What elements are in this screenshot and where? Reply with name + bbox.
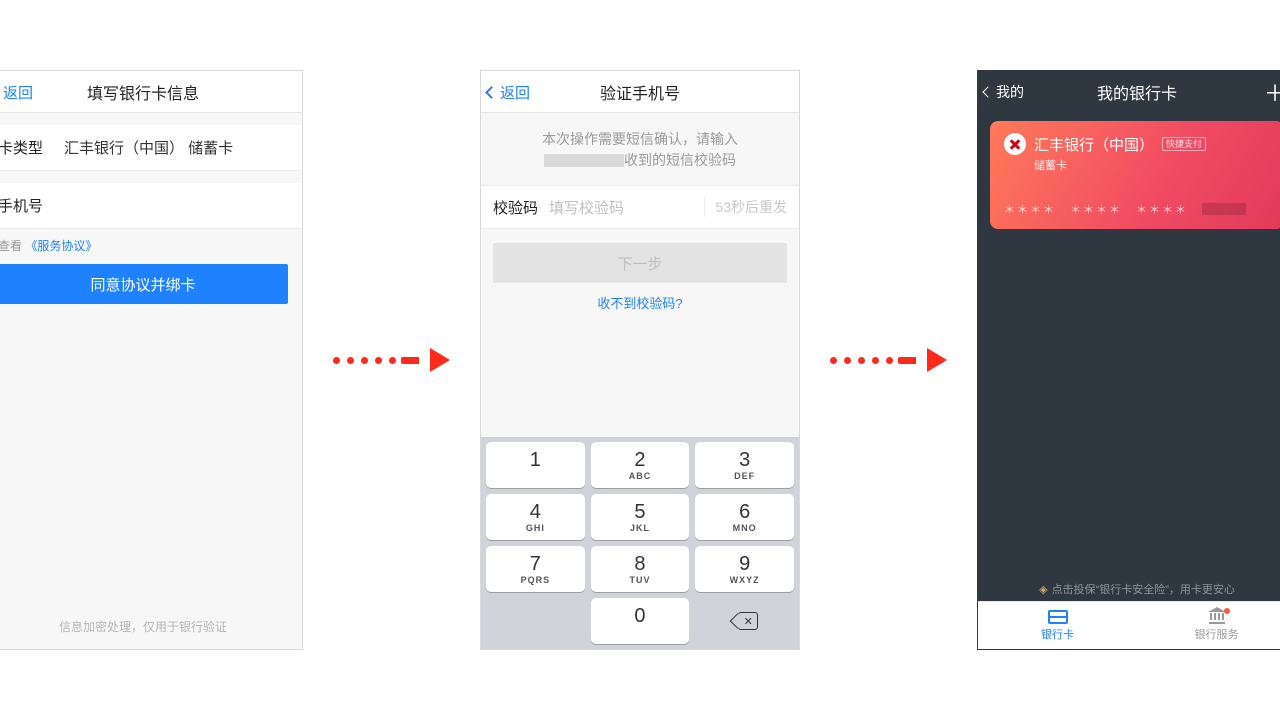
next-button[interactable]: 下一步 (493, 243, 787, 283)
resend-countdown: 53秒后重发 (704, 197, 787, 217)
bank-icon (1207, 610, 1227, 624)
tab-bank-cards[interactable]: 银行卡 (978, 602, 1137, 649)
help-link[interactable]: 收不到校验码? (481, 293, 799, 312)
key-number: 4 (530, 502, 541, 522)
screen-my-cards: 我的 我的银行卡 ＋ 汇丰银行（中国） 快捷支付 储蓄卡 ＊＊＊＊ (977, 70, 1280, 650)
keypad-key-8[interactable]: 8TUV (591, 546, 690, 592)
tab-bank-services[interactable]: 银行服务 (1137, 602, 1280, 649)
flow-arrow (333, 348, 450, 372)
notification-dot-icon (1224, 608, 1230, 614)
navbar: 返回 验证手机号 (481, 71, 799, 113)
card-type-row[interactable]: 卡类型 汇丰银行（中国） 储蓄卡 (0, 125, 302, 171)
key-number: 7 (530, 554, 541, 574)
key-number: 8 (634, 554, 645, 574)
screen-verify-phone: 返回 验证手机号 本次操作需要短信确认，请输入 收到的短信校验码 校验码 填写校… (480, 70, 800, 650)
bank-card[interactable]: 汇丰银行（中国） 快捷支付 储蓄卡 ＊＊＊＊ ＊＊＊＊ ＊＊＊＊ (990, 121, 1280, 229)
chevron-left-icon (0, 86, 1, 99)
phone-label: 手机号 (0, 195, 64, 216)
agreement-hint: 查看 《服务协议》 (0, 229, 302, 258)
card-type-value: 汇丰银行（中国） 储蓄卡 (64, 137, 288, 158)
key-letters: GHI (526, 523, 545, 533)
card-number-masked: ＊＊＊＊ ＊＊＊＊ ＊＊＊＊ (1004, 201, 1270, 217)
shield-icon: ◈ (1039, 584, 1047, 596)
encryption-hint: 信息加密处理，仅用于银行验证 (0, 618, 302, 635)
back-button[interactable]: 我的 (984, 71, 1024, 113)
numeric-keypad: 1 2ABC3DEF4GHI5JKL6MNO7PQRS8TUV9WXYZ0 ✕ (481, 437, 799, 649)
back-label: 返回 (500, 82, 530, 103)
back-label: 返回 (3, 82, 33, 103)
key-number: 5 (634, 502, 645, 522)
agree-bind-button[interactable]: 同意协议并绑卡 (0, 264, 288, 304)
insurance-hint[interactable]: ◈点击投保“银行卡安全险”，用卡更安心 (978, 581, 1280, 597)
navbar: 我的 我的银行卡 ＋ (978, 71, 1280, 113)
phone-row[interactable]: 手机号 (0, 183, 302, 229)
keypad-key-4[interactable]: 4GHI (486, 494, 585, 540)
key-letters: DEF (734, 471, 755, 481)
card-icon (1048, 610, 1068, 624)
redacted-last4 (1202, 203, 1246, 215)
bank-name: 汇丰银行（中国） (1034, 134, 1154, 155)
chevron-left-icon (982, 86, 993, 97)
page-title: 填写银行卡信息 (0, 80, 302, 104)
keypad-backspace[interactable]: ✕ (695, 598, 794, 644)
flow-arrow (830, 348, 947, 372)
tab-bar: 银行卡 银行服务 (978, 601, 1280, 649)
backspace-icon: ✕ (732, 612, 758, 630)
plus-icon: ＋ (1264, 76, 1280, 108)
card-type: 储蓄卡 (1034, 157, 1270, 173)
key-number: 1 (530, 450, 541, 470)
agreement-prefix: 查看 (0, 239, 22, 253)
key-number: 0 (634, 606, 645, 626)
keypad-blank (486, 598, 585, 644)
key-number: 6 (739, 502, 750, 522)
back-button[interactable]: 返回 (487, 71, 530, 113)
code-row: 校验码 填写校验码 53秒后重发 (481, 185, 799, 229)
navbar: 返回 填写银行卡信息 (0, 71, 302, 113)
screen-fill-card-info: 返回 填写银行卡信息 卡类型 汇丰银行（中国） 储蓄卡 手机号 查看 《服务协议… (0, 70, 303, 650)
key-letters: WXYZ (730, 575, 760, 585)
redacted-phone (544, 154, 624, 167)
card-type-label: 卡类型 (0, 137, 64, 158)
keypad-key-7[interactable]: 7PQRS (486, 546, 585, 592)
code-input[interactable]: 填写校验码 (549, 197, 704, 218)
add-card-button[interactable]: ＋ (1264, 71, 1280, 113)
keypad-key-0[interactable]: 0 (591, 598, 690, 644)
key-number: 3 (739, 450, 750, 470)
key-number: 9 (739, 554, 750, 574)
chevron-left-icon (485, 86, 498, 99)
hsbc-logo-icon (1004, 133, 1026, 155)
tab-label: 银行卡 (1041, 626, 1074, 642)
quickpay-badge: 快捷支付 (1162, 137, 1206, 151)
agreement-link[interactable]: 《服务协议》 (25, 239, 97, 253)
back-label: 我的 (996, 82, 1024, 102)
key-letters: PQRS (521, 575, 551, 585)
key-letters: JKL (630, 523, 650, 533)
back-button[interactable]: 返回 (0, 71, 33, 113)
keypad-key-6[interactable]: 6MNO (695, 494, 794, 540)
key-letters: MNO (733, 523, 757, 533)
keypad-key-5[interactable]: 5JKL (591, 494, 690, 540)
tab-label: 银行服务 (1195, 626, 1239, 642)
keypad-key-3[interactable]: 3DEF (695, 442, 794, 488)
keypad-key-2[interactable]: 2ABC (591, 442, 690, 488)
keypad-key-9[interactable]: 9WXYZ (695, 546, 794, 592)
code-label: 校验码 (493, 197, 549, 218)
key-number: 2 (634, 450, 645, 470)
verify-message: 本次操作需要短信确认，请输入 收到的短信校验码 (481, 113, 799, 185)
key-letters: TUV (629, 575, 650, 585)
key-letters: ABC (629, 471, 652, 481)
keypad-key-1[interactable]: 1 (486, 442, 585, 488)
